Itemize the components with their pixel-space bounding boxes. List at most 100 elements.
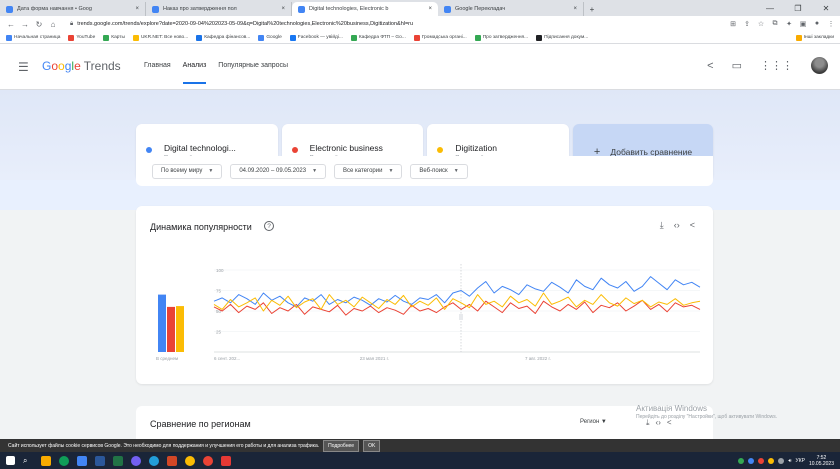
system-tray: 🔊︎ УКР 7:52 10.05.2023	[738, 455, 840, 467]
bookmark-item[interactable]: Громадська органі...	[413, 34, 467, 41]
x-tick-label: 6 сент. 202...	[214, 356, 240, 361]
bookmark-star-icon[interactable]: ☆	[756, 20, 766, 28]
avatar[interactable]	[811, 57, 828, 74]
chrome-icon[interactable]	[185, 455, 195, 466]
feedback-icon[interactable]: ▭	[732, 59, 742, 72]
menu-dots-icon[interactable]: ⋮	[826, 20, 836, 28]
share-icon[interactable]: ⇪	[742, 20, 752, 28]
clock[interactable]: 7:52 10.05.2023	[809, 455, 834, 467]
acrobat-icon[interactable]	[221, 455, 231, 466]
region-resolution-select[interactable]: Регион ▼	[580, 419, 607, 425]
telegram-icon[interactable]	[149, 455, 159, 466]
tray-icon[interactable]	[748, 457, 755, 464]
new-tab-button[interactable]: +	[584, 2, 600, 16]
maximize-icon[interactable]: ❐	[784, 4, 812, 13]
share-icon[interactable]: <	[690, 220, 695, 231]
favicon-icon	[6, 5, 13, 13]
search-icon[interactable]: ⌕	[23, 456, 33, 466]
chart-actions: ⤓ ‹› <	[660, 220, 695, 231]
caret-down-icon: ▼	[388, 168, 394, 174]
close-tab-icon[interactable]: ×	[135, 6, 139, 12]
extension-icon[interactable]: ⧉	[770, 20, 780, 28]
forward-icon[interactable]: →	[18, 20, 32, 29]
bookmark-item[interactable]: Про затвердження...	[474, 34, 528, 41]
word-icon[interactable]	[95, 455, 105, 466]
bookmark-item[interactable]: YouTube	[68, 34, 95, 41]
back-icon[interactable]: ←	[4, 20, 18, 29]
browser-tab[interactable]: Google Перекладач ×	[438, 2, 584, 16]
cookie-more-button[interactable]: Подробнее	[323, 439, 360, 452]
reload-icon[interactable]: ↻	[32, 20, 46, 29]
average-bar	[158, 294, 166, 352]
bookmark-item[interactable]: Кафедра фінансов...	[196, 34, 250, 41]
series-line	[213, 299, 701, 316]
home-icon[interactable]: ⌂	[46, 20, 60, 29]
bookmark-item[interactable]: Начальная страница	[6, 34, 60, 41]
share-icon[interactable]: <	[707, 60, 713, 72]
windows-start-icon[interactable]	[6, 456, 15, 465]
toolbar-icons: ⊞ ⇪ ☆ ⧉ ✦ ▣ ● ⋮	[728, 20, 836, 28]
excel-icon[interactable]	[113, 455, 123, 466]
embed-icon[interactable]: ‹›	[674, 220, 680, 231]
browser-tab[interactable]: Наказ про затвердження пол ×	[146, 2, 292, 16]
category-filter[interactable]: Все категории ▼	[334, 163, 403, 179]
bookmark-item[interactable]: Карты	[103, 34, 125, 41]
file-explorer-icon[interactable]	[41, 455, 51, 466]
close-tab-icon[interactable]: ×	[428, 6, 432, 12]
browser-tab-strip: Дата форма навчання • Goog × Наказ про зат…	[0, 0, 840, 16]
trends-nav-item[interactable]: Анализ	[182, 62, 207, 84]
sidebar-icon[interactable]: ▣	[798, 20, 808, 28]
bookmark-item[interactable]: Кафедра ФТП – Go...	[350, 34, 406, 41]
minimize-icon[interactable]: —	[756, 4, 784, 13]
date-filter[interactable]: 04.09.2020 – 09.05.2023 ▼	[230, 163, 327, 179]
bookmark-favicon-icon	[196, 34, 203, 41]
google-trends-logo[interactable]: Google Trends	[42, 59, 121, 73]
close-window-icon[interactable]: ✕	[812, 4, 840, 13]
bookmark-item[interactable]: Google	[258, 34, 282, 41]
bookmark-item[interactable]: Підписання докум...	[536, 34, 588, 41]
bookmark-item[interactable]: Facebook — увійді...	[289, 34, 343, 41]
apps-grid-icon[interactable]: ⋮⋮⋮	[760, 59, 793, 72]
tray-icon[interactable]	[738, 457, 745, 464]
download-icon[interactable]: ⤓	[660, 220, 664, 231]
bookmark-item[interactable]: UKR.NET: Все ново...	[132, 34, 188, 41]
powerpoint-icon[interactable]	[167, 455, 177, 466]
region-filter[interactable]: По всему миру ▼	[152, 163, 223, 179]
tray-icon[interactable]	[758, 457, 765, 464]
series-line	[213, 276, 701, 308]
hamburger-menu-icon[interactable]: ☰	[18, 60, 29, 74]
interest-title: Динамика популярности	[150, 222, 252, 232]
language-indicator[interactable]: УКР	[796, 458, 805, 464]
tray-icon[interactable]	[778, 457, 785, 464]
edge-icon[interactable]	[59, 455, 69, 466]
cookie-ok-button[interactable]: OK	[363, 439, 381, 452]
browser-tab[interactable]: Дата форма навчання • Goog ×	[0, 2, 146, 16]
close-tab-icon[interactable]: ×	[281, 6, 285, 12]
series-color-dot	[291, 147, 298, 153]
average-label: В среднем	[156, 356, 178, 361]
tray-icon[interactable]	[768, 457, 775, 464]
other-bookmarks[interactable]: Інші закладки	[795, 34, 834, 41]
trends-nav-item[interactable]: Популярные запросы	[218, 62, 288, 84]
puzzle-icon[interactable]: ✦	[784, 20, 794, 28]
chrome-alt-icon[interactable]	[203, 455, 213, 466]
profile-icon[interactable]: ●	[812, 20, 822, 28]
close-tab-icon[interactable]: ×	[573, 6, 577, 12]
bookmark-favicon-icon	[6, 34, 12, 41]
average-bar	[167, 306, 175, 352]
header-actions: < ▭ ⋮⋮⋮	[707, 57, 828, 74]
translate-icon[interactable]: ⊞	[728, 20, 738, 28]
volume-icon[interactable]: 🔊︎	[788, 458, 791, 464]
store-icon[interactable]	[77, 455, 87, 466]
trends-nav: Главная Анализ Популярные запросы	[144, 62, 288, 84]
url-input[interactable]: 🔒︎ trends.google.com/trends/explore?date…	[64, 18, 724, 30]
search-type-filter[interactable]: Веб-поиск ▼	[410, 163, 468, 179]
viber-icon[interactable]	[131, 455, 141, 466]
windows-activation-watermark: Активація Windows Перейдіть до розділу "…	[636, 404, 778, 420]
help-icon[interactable]: ?	[264, 221, 274, 231]
interest-over-time-card: 25 50 75 100 В среднем 6 сент. 202... 23 мая 2…	[136, 206, 713, 384]
browser-tab[interactable]: Digital technologies, Electronic b ×	[292, 2, 438, 16]
bookmark-favicon-icon	[474, 34, 481, 41]
trends-nav-item[interactable]: Главная	[144, 62, 171, 84]
lock-icon: 🔒︎	[70, 20, 74, 27]
